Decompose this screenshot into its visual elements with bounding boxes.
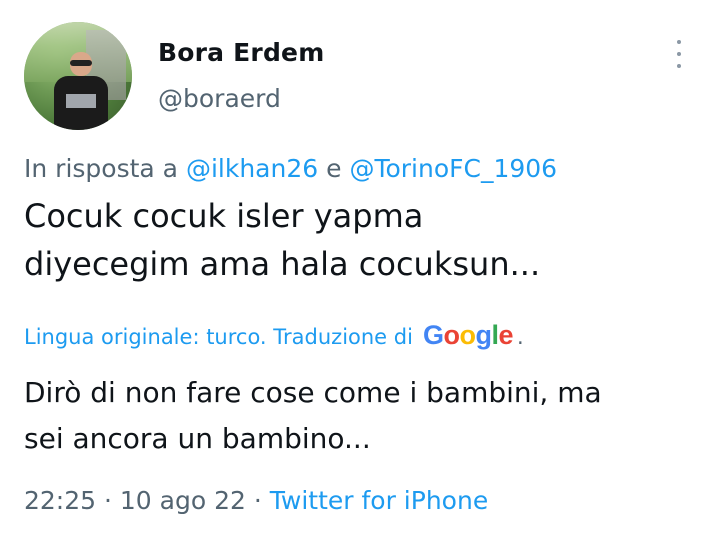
more-dot [677,40,681,44]
google-letter: o [459,320,476,350]
meta-separator: · [245,486,270,515]
google-letter: o [443,320,460,350]
tweet-source[interactable]: Twitter for iPhone [270,486,488,515]
translated-text: Dirò di non fare cose come i bambini, ma… [24,370,704,462]
more-dot [677,64,681,68]
meta-separator: · [96,486,120,515]
translated-line: sei ancora un bambino... [24,422,371,455]
tweet-metadata: 22:25 · 10 ago 22 · Twitter for iPhone [24,486,488,515]
reply-context: In risposta a @ilkhan26 e @TorinoFC_1906 [24,154,557,183]
tweet-date[interactable]: 10 ago 22 [120,486,246,515]
avatar-glasses [70,60,92,66]
translation-notice-text: Lingua originale: turco. Traduzione di [24,325,413,349]
tweet-line: diyecegim ama hala cocuksun... [24,245,541,283]
google-letter: e [498,320,514,350]
mention-link[interactable]: @TorinoFC_1906 [349,154,557,183]
tweet-text: Cocuk cocuk isler yapma diyecegim ama ha… [24,192,694,288]
google-letter: g [475,320,492,350]
reply-joiner: e [318,154,350,183]
translation-notice-suffix: . [517,325,524,349]
google-logo: Google [422,320,514,351]
google-letter: G [422,320,444,350]
mention-link[interactable]: @ilkhan26 [186,154,318,183]
tweet-time[interactable]: 22:25 [24,486,96,515]
avatar[interactable] [24,22,132,130]
translation-notice[interactable]: Lingua originale: turco. Traduzione di G… [24,320,524,351]
tweet-line: Cocuk cocuk isler yapma [24,197,424,235]
avatar-shirt-print [66,94,96,108]
more-vertical-icon[interactable] [672,40,686,68]
user-handle[interactable]: @boraerd [158,84,281,113]
display-name[interactable]: Bora Erdem [158,38,324,67]
more-dot [677,52,681,56]
reply-prefix: In risposta a [24,154,186,183]
translated-line: Dirò di non fare cose come i bambini, ma [24,376,602,409]
